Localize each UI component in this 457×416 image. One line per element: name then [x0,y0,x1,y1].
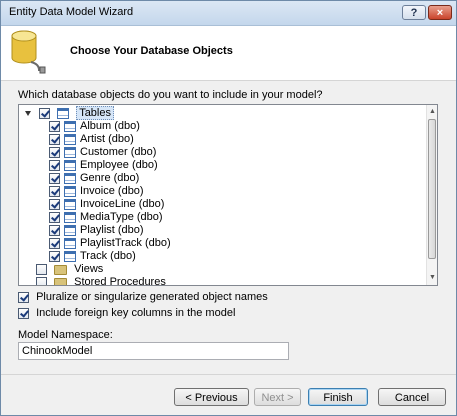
foreign-keys-option[interactable]: Include foreign key columns in the model [18,307,235,320]
table-checkbox[interactable] [49,160,60,171]
table-checkbox[interactable] [49,173,60,184]
table-icon [64,251,76,262]
table-icon [64,199,76,210]
next-button[interactable]: Next > [254,388,301,406]
pluralize-label: Pluralize or singularize generated objec… [36,291,268,303]
window-title: Entity Data Model Wizard [9,6,134,18]
table-label: InvoiceLine (dbo) [80,198,165,210]
scroll-down-arrow-icon[interactable]: ▼ [428,273,437,282]
page-title: Choose Your Database Objects [70,45,233,57]
title-bar[interactable]: Entity Data Model Wizard ? × [1,1,456,26]
table-icon [64,186,76,197]
table-checkbox[interactable] [49,238,60,249]
tree-item-table[interactable]: Playlist (dbo) [49,224,144,237]
tree-item-table[interactable]: InvoiceLine (dbo) [49,198,164,211]
stored-procedures-label: Stored Procedures [74,276,166,286]
stored-procedures-checkbox[interactable] [36,277,47,285]
table-label: Album (dbo) [80,120,140,132]
table-icon [64,225,76,236]
table-icon [64,212,76,223]
table-checkbox[interactable] [49,147,60,158]
table-label: Track (dbo) [80,250,136,262]
database-objects-tree[interactable]: Tables Album (dbo) Artist (dbo) Customer… [18,104,438,286]
help-button[interactable]: ? [402,5,426,20]
table-icon [64,160,76,171]
table-label: Employee (dbo) [80,159,158,171]
table-label: Invoice (dbo) [80,185,144,197]
scrollbar-thumb[interactable] [428,119,436,259]
table-checkbox[interactable] [49,134,60,145]
wizard-header: Choose Your Database Objects [1,26,456,81]
tree-item-table[interactable]: Employee (dbo) [49,159,158,172]
table-label: Playlist (dbo) [80,224,144,236]
table-checkbox[interactable] [49,186,60,197]
scroll-up-arrow-icon[interactable]: ▲ [428,107,437,116]
table-label: PlaylistTrack (dbo) [80,237,171,249]
tree-item-table[interactable]: Invoice (dbo) [49,185,144,198]
tables-folder-icon [57,108,70,119]
table-icon [64,134,76,145]
previous-button[interactable]: < Previous [174,388,249,406]
tables-label[interactable]: Tables [76,106,114,120]
tree-node-views[interactable]: Views [36,263,103,276]
finish-button[interactable]: Finish [308,388,368,406]
tree-item-table[interactable]: Track (dbo) [49,250,136,263]
tree-scrollbar[interactable]: ▲ ▼ [426,105,437,285]
tree-item-table[interactable]: PlaylistTrack (dbo) [49,237,171,250]
tree-item-table[interactable]: Album (dbo) [49,120,140,133]
pluralize-checkbox[interactable] [18,292,29,303]
cancel-button[interactable]: Cancel [378,388,446,406]
tree-item-table[interactable]: Artist (dbo) [49,133,134,146]
table-icon [64,173,76,184]
footer-divider [1,374,456,375]
wizard-window: Entity Data Model Wizard ? × Choose Your… [0,0,457,416]
table-icon [64,147,76,158]
tree-item-table[interactable]: Customer (dbo) [49,146,156,159]
table-label: Genre (dbo) [80,172,140,184]
database-icon [11,30,46,74]
views-label: Views [74,263,104,275]
table-checkbox[interactable] [49,225,60,236]
close-button[interactable]: × [428,5,452,20]
tree-item-table[interactable]: Genre (dbo) [49,172,139,185]
table-label: Artist (dbo) [80,133,134,145]
table-icon [64,238,76,249]
table-checkbox[interactable] [49,251,60,262]
views-checkbox[interactable] [36,264,47,275]
foreign-keys-checkbox[interactable] [18,308,29,319]
table-checkbox[interactable] [49,121,60,132]
table-checkbox[interactable] [49,199,60,210]
tree-node-tables[interactable]: Tables [23,106,114,120]
views-folder-icon [54,264,68,275]
table-checkbox[interactable] [49,212,60,223]
table-label: Customer (dbo) [80,146,157,158]
table-icon [64,121,76,132]
stored-procedures-folder-icon [54,277,68,285]
table-label: MediaType (dbo) [80,211,163,223]
model-namespace-label: Model Namespace: [18,329,113,341]
tree-prompt: Which database objects do you want to in… [18,89,323,101]
model-namespace-input[interactable] [18,342,289,360]
collapse-triangle-icon[interactable] [25,111,31,116]
pluralize-option[interactable]: Pluralize or singularize generated objec… [18,291,268,304]
tree-item-table[interactable]: MediaType (dbo) [49,211,163,224]
tables-checkbox[interactable] [39,108,51,119]
foreign-keys-label: Include foreign key columns in the model [36,307,236,319]
tree-node-stored-procedures[interactable]: Stored Procedures [36,276,166,286]
